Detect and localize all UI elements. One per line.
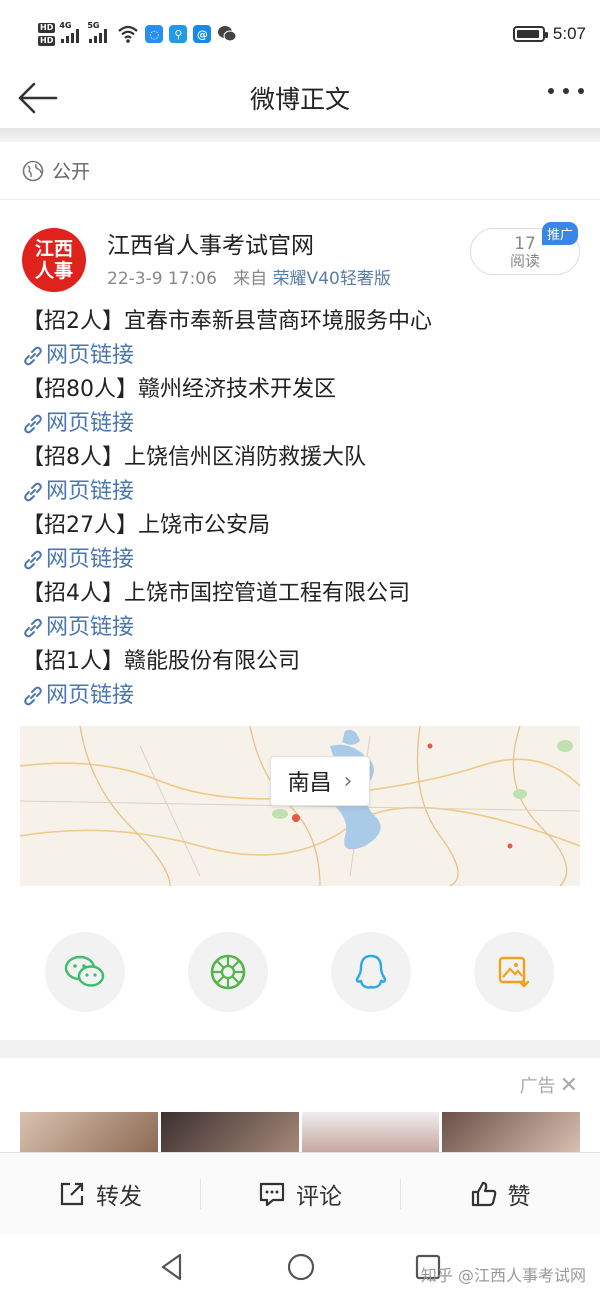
like-button[interactable]: 赞 — [400, 1153, 600, 1234]
post-meta: 22-3-9 17:06 来自 荣耀V40轻奢版 — [107, 264, 391, 289]
globe-icon — [22, 160, 44, 181]
hd-indicator: HD HD — [38, 22, 56, 46]
system-back-icon[interactable] — [158, 1252, 186, 1282]
web-link[interactable]: 网页链接 — [22, 339, 592, 373]
notification-app-icon: ◌ — [145, 25, 164, 43]
post-source[interactable]: 荣耀V40轻奢版 — [273, 269, 391, 289]
post-text-line: 【招2人】宜春市奉新县营商环境服务中心 — [22, 309, 432, 334]
link-icon — [24, 346, 42, 366]
action-bar: 转发 评论 赞 — [0, 1152, 600, 1234]
nav-bar: 微博正文 — [0, 68, 600, 128]
watermark: 知乎 @江西人事考试网 — [420, 1266, 586, 1285]
web-link[interactable]: 网页链接 — [22, 407, 592, 441]
post-text-line: 【招1人】赣能股份有限公司 — [22, 649, 300, 674]
qq-icon — [355, 954, 387, 989]
author-name[interactable]: 江西省人事考试官网 — [107, 226, 314, 260]
web-link[interactable]: 网页链接 — [22, 679, 592, 713]
web-link[interactable]: 网页链接 — [22, 543, 592, 577]
post-body: 【招2人】宜春市奉新县营商环境服务中心 网页链接 【招80人】赣州经济技术开发区… — [22, 305, 592, 713]
wechat-icon — [64, 955, 105, 987]
location-map[interactable]: 南昌 › — [20, 726, 580, 886]
ad-image[interactable] — [301, 1112, 440, 1152]
signal-icon: 5G — [87, 21, 111, 43]
thumbs-up-icon — [471, 1181, 496, 1206]
repost-icon — [60, 1182, 84, 1205]
signal-icon: 4G — [59, 21, 83, 43]
web-link[interactable]: 网页链接 — [22, 475, 592, 509]
repost-button[interactable]: 转发 — [0, 1153, 200, 1234]
more-icon[interactable] — [548, 88, 584, 94]
link-icon — [24, 482, 42, 502]
visibility-row: 公开 — [0, 142, 600, 200]
link-icon — [24, 686, 42, 706]
divider — [0, 1040, 600, 1058]
chevron-right-icon: › — [343, 768, 353, 794]
system-home-icon[interactable] — [286, 1252, 316, 1282]
link-icon — [24, 414, 42, 434]
post-text-line: 【招80人】赣州经济技术开发区 — [22, 377, 336, 402]
moments-share-button[interactable] — [188, 932, 268, 1012]
post-text-line: 【招27人】上饶市公安局 — [22, 513, 270, 538]
page-title: 微博正文 — [249, 85, 350, 114]
post-text-line: 【招8人】上饶信州区消防救援大队 — [22, 445, 366, 470]
save-image-icon — [498, 956, 530, 988]
battery-icon — [512, 26, 548, 42]
back-arrow-icon[interactable] — [16, 80, 60, 116]
status-bar: HD HD 4G 5G ◌ ⚲ @ 5:07 — [0, 0, 600, 68]
browser-app-icon: @ — [193, 25, 212, 43]
comment-button[interactable]: 评论 — [200, 1153, 400, 1234]
clock: 5:07 — [552, 24, 586, 43]
moments-icon — [210, 954, 246, 990]
ad-image[interactable] — [160, 1112, 299, 1152]
close-icon[interactable]: ✕ — [560, 1073, 578, 1098]
wechat-share-button[interactable] — [45, 932, 125, 1012]
link-icon — [24, 550, 42, 570]
post-date: 22-3-9 17:06 — [107, 269, 217, 289]
save-image-button[interactable] — [474, 932, 554, 1012]
divider — [0, 128, 600, 142]
source-prefix: 来自 — [233, 269, 268, 289]
ad-image[interactable] — [20, 1112, 158, 1152]
qq-share-button[interactable] — [331, 932, 411, 1012]
promo-badge[interactable]: 推广 — [542, 222, 579, 245]
visibility-label: 公开 — [52, 161, 91, 183]
wifi-icon — [118, 25, 139, 43]
link-icon — [24, 618, 42, 638]
map-graphic — [20, 726, 580, 886]
share-row — [0, 932, 600, 1012]
search-app-icon: ⚲ — [169, 25, 188, 43]
post-header: 江西 人事 江西省人事考试官网 22-3-9 17:06 来自 荣耀V40轻奢版… — [0, 218, 600, 298]
web-link[interactable]: 网页链接 — [22, 611, 592, 645]
comment-icon — [259, 1182, 285, 1206]
ad-label[interactable]: 广告 ✕ — [520, 1072, 578, 1098]
read-label: 阅读 — [509, 252, 540, 270]
avatar[interactable]: 江西 人事 — [22, 228, 86, 292]
wechat-status-icon — [218, 26, 237, 42]
ad-images[interactable] — [20, 1112, 580, 1152]
ad-image[interactable] — [442, 1112, 580, 1152]
map-location-label[interactable]: 南昌 › — [270, 756, 370, 806]
post-text-line: 【招4人】上饶市国控管道工程有限公司 — [22, 581, 410, 606]
